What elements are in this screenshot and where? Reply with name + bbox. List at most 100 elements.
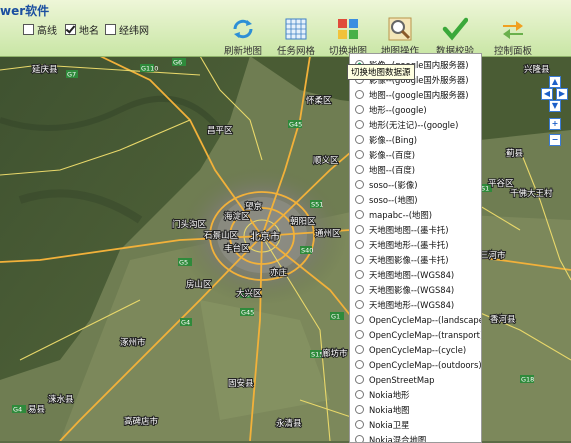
radio-button[interactable] bbox=[355, 285, 364, 294]
radio-button[interactable] bbox=[355, 105, 364, 114]
map-source-label: 地图--(百度) bbox=[369, 164, 415, 176]
data-check-button[interactable]: 数据校验 bbox=[427, 16, 483, 57]
map-source-label: OpenCycleMap--(outdoors) bbox=[369, 360, 482, 370]
refresh-map-button[interactable]: 刷新地图 bbox=[215, 16, 271, 57]
map-label-yixian: 易县 bbox=[28, 405, 46, 415]
map-source-option[interactable]: 影像--(Bing) bbox=[350, 132, 481, 147]
svg-text:G6: G6 bbox=[173, 59, 182, 67]
pan-left-button[interactable]: ◀ bbox=[541, 88, 553, 100]
control-panel-button[interactable]: 控制面板 bbox=[485, 16, 541, 57]
map-source-option[interactable]: 天地图地图--(墨卡托) bbox=[350, 222, 481, 237]
radio-button[interactable] bbox=[355, 435, 364, 443]
map-source-label: 天地图影像--(WGS84) bbox=[369, 284, 454, 296]
map-source-option[interactable]: Nokia卫星 bbox=[350, 417, 481, 432]
map-source-option[interactable]: OpenCycleMap--(cycle) bbox=[350, 342, 481, 357]
map-source-option[interactable]: 地形(无注记)--(google) bbox=[350, 117, 481, 132]
checkbox[interactable] bbox=[65, 24, 76, 35]
map-source-option[interactable]: 天地图影像--(墨卡托) bbox=[350, 252, 481, 267]
radio-button[interactable] bbox=[355, 165, 364, 174]
map-source-option[interactable]: 天地图地形--(墨卡托) bbox=[350, 237, 481, 252]
layer-toggle-placenames[interactable]: 地名 bbox=[65, 22, 99, 37]
radio-button[interactable] bbox=[355, 210, 364, 219]
task-grid-button[interactable]: 任务网格 bbox=[268, 16, 324, 57]
radio-button[interactable] bbox=[355, 135, 364, 144]
map-source-option[interactable]: 天地图地形--(WGS84) bbox=[350, 297, 481, 312]
pan-right-button[interactable]: ▶ bbox=[556, 88, 568, 100]
map-source-option[interactable]: 影像--(百度) bbox=[350, 147, 481, 162]
map-label-qianxi: 千佛大王村 bbox=[510, 188, 553, 199]
satellite-map[interactable]: G7 G6 G45 S51 S40 G3 G45 G4 G5 G1 S15 G4… bbox=[0, 0, 571, 441]
tool-label: 控制面板 bbox=[494, 46, 532, 57]
map-label-gu-an: 固安县 bbox=[228, 378, 254, 389]
map-source-option[interactable]: OpenStreetMap bbox=[350, 372, 481, 387]
map-label-changping: 昌平区 bbox=[207, 126, 233, 136]
pan-up-button[interactable]: ▲ bbox=[549, 76, 561, 88]
radio-button[interactable] bbox=[355, 330, 364, 339]
radio-button[interactable] bbox=[355, 90, 364, 99]
map-source-option[interactable]: Nokia混合地图 bbox=[350, 432, 481, 443]
map-source-option[interactable]: soso--(影像) bbox=[350, 177, 481, 192]
map-label-fangshan: 房山区 bbox=[186, 279, 212, 290]
map-source-label: 天地图地形--(WGS84) bbox=[369, 299, 454, 311]
map-source-option[interactable]: OpenCycleMap--(landscape) bbox=[350, 312, 481, 327]
radio-button[interactable] bbox=[355, 120, 364, 129]
map-source-option[interactable]: 天地图地图--(WGS84) bbox=[350, 267, 481, 282]
layer-toggle-graticule[interactable]: 经纬网 bbox=[105, 22, 149, 37]
svg-text:G5: G5 bbox=[179, 259, 188, 267]
radio-button[interactable] bbox=[355, 300, 364, 309]
map-operation-button[interactable]: 地图操作 bbox=[372, 16, 428, 57]
zoom-in-button[interactable]: + bbox=[549, 118, 561, 130]
map-source-label: soso--(地图) bbox=[369, 194, 417, 206]
radio-button[interactable] bbox=[355, 420, 364, 429]
svg-text:G18: G18 bbox=[521, 376, 534, 384]
map-source-menu: 影像--(google国内服务器)影像--(google国外服务器)地图--(g… bbox=[349, 53, 482, 443]
map-source-option[interactable]: Nokia地图 bbox=[350, 402, 481, 417]
map-source-option[interactable]: Nokia地形 bbox=[350, 387, 481, 402]
map-source-option[interactable]: 天地图影像--(WGS84) bbox=[350, 282, 481, 297]
radio-button[interactable] bbox=[355, 360, 364, 369]
radio-button[interactable] bbox=[355, 150, 364, 159]
map-source-option[interactable]: 地图--(百度) bbox=[350, 162, 481, 177]
app-title: wer软件 bbox=[0, 2, 49, 19]
map-label-yongqing: 永清县 bbox=[276, 418, 302, 429]
checkbox[interactable] bbox=[23, 24, 34, 35]
map-label-jizhou: 蓟县 bbox=[506, 148, 524, 159]
map-label-xianghe: 香河县 bbox=[490, 314, 516, 325]
radio-button[interactable] bbox=[355, 240, 364, 249]
zoom-out-button[interactable]: − bbox=[549, 134, 561, 146]
radio-button[interactable] bbox=[355, 180, 364, 189]
map-label-zhuozhou: 涿州市 bbox=[120, 337, 146, 348]
tooltip: 切换地图数据源 bbox=[347, 64, 415, 80]
map-source-option[interactable]: 地形--(google) bbox=[350, 102, 481, 117]
radio-button[interactable] bbox=[355, 255, 364, 264]
pan-down-button[interactable]: ▼ bbox=[549, 100, 561, 112]
radio-button[interactable] bbox=[355, 315, 364, 324]
layer-toggle-contour[interactable]: 高线 bbox=[23, 22, 57, 37]
radio-button[interactable] bbox=[355, 405, 364, 414]
magnifier-icon bbox=[387, 16, 413, 42]
map-label-sanhe: 三河市 bbox=[480, 250, 506, 261]
map-label-shunyi: 顺义区 bbox=[313, 156, 339, 166]
map-source-option[interactable]: OpenCycleMap--(transport) bbox=[350, 327, 481, 342]
checkbox[interactable] bbox=[105, 24, 116, 35]
radio-button[interactable] bbox=[355, 225, 364, 234]
map-source-option[interactable]: OpenCycleMap--(outdoors) bbox=[350, 357, 481, 372]
control-panel-icon bbox=[500, 16, 526, 42]
radio-button[interactable] bbox=[355, 195, 364, 204]
map-source-option[interactable]: mapabc--(地图) bbox=[350, 207, 481, 222]
switch-map-button[interactable]: 切换地图 bbox=[320, 16, 376, 57]
radio-button[interactable] bbox=[355, 345, 364, 354]
map-source-label: 天地图地图--(墨卡托) bbox=[369, 224, 449, 236]
map-source-label: Nokia地形 bbox=[369, 389, 409, 401]
radio-button[interactable] bbox=[355, 375, 364, 384]
map-source-label: 天地图地形--(墨卡托) bbox=[369, 239, 449, 251]
svg-text:G110: G110 bbox=[141, 65, 158, 73]
map-label-yanqing: 延庆县 bbox=[32, 64, 58, 75]
map-source-label: Nokia地图 bbox=[369, 404, 409, 416]
map-source-option[interactable]: soso--(地图) bbox=[350, 192, 481, 207]
radio-button[interactable] bbox=[355, 390, 364, 399]
map-label-xinglong: 兴隆县 bbox=[524, 64, 550, 75]
map-source-option[interactable]: 地图--(google国内服务器) bbox=[350, 87, 481, 102]
radio-button[interactable] bbox=[355, 270, 364, 279]
switch-map-icon bbox=[335, 16, 361, 42]
